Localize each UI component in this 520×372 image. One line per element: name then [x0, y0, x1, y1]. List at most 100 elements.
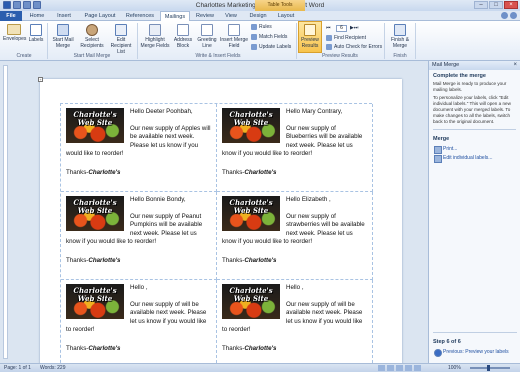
tab-references[interactable]: References	[122, 11, 158, 21]
title-bar: Charlottes Marketing Cards - Microsoft W…	[0, 0, 520, 11]
address-block-button[interactable]: Address Block	[171, 24, 195, 49]
preview-results-button[interactable]: Preview Results	[299, 24, 321, 49]
table-tools-context-tab: Table Tools	[255, 0, 305, 11]
print-layout-view-icon[interactable]	[378, 365, 385, 371]
finish-merge-button[interactable]: Finish & Merge	[387, 24, 413, 49]
tab-page-layout[interactable]: Page Layout	[80, 11, 120, 21]
edit-recipient-list-button[interactable]: Edit Recipient List	[107, 24, 135, 55]
label-signoff: Thanks-Charlotte's	[66, 256, 121, 264]
document-page[interactable]: + Charlotte's Web Site Hello Deeter Pooh…	[38, 77, 402, 372]
edit-list-icon	[115, 24, 127, 36]
ribbon-separator	[415, 23, 416, 59]
mail-merge-task-pane: Mail Merge × Complete the merge Mail Mer…	[428, 61, 520, 363]
update-labels-button[interactable]: Update Labels	[251, 44, 291, 50]
greeting-line-button[interactable]: Greeting Line	[195, 24, 219, 49]
web-layout-view-icon[interactable]	[396, 365, 403, 371]
insert-field-icon	[228, 24, 240, 36]
label-signoff: Thanks-Charlotte's	[222, 256, 277, 264]
zoom-level[interactable]: 100%	[448, 364, 461, 372]
select-recipients-button[interactable]: Select Recipients	[78, 24, 106, 49]
labels-table: Charlotte's Web Site Hello Deeter Poohba…	[60, 103, 373, 372]
vegetables-logo-image: Charlotte's Web Site	[66, 108, 124, 143]
previous-step-link[interactable]: Previous: Preview your labels	[429, 346, 520, 357]
label-signoff: Thanks-Charlotte's	[222, 168, 277, 176]
full-screen-view-icon[interactable]	[387, 365, 394, 371]
status-bar: Page: 1 of 1 Words: 229 100%	[0, 363, 520, 372]
match-fields-icon	[251, 34, 257, 40]
draft-view-icon[interactable]	[414, 365, 421, 371]
vegetables-logo-image: Charlotte's Web Site	[222, 108, 280, 143]
recipients-icon	[86, 24, 98, 36]
ribbon-separator	[47, 23, 48, 59]
tab-file[interactable]: File	[0, 11, 22, 21]
window-controls: – □ ×	[474, 1, 518, 9]
label-cell[interactable]: Charlotte's Web Site Hello , Our new sup…	[217, 280, 373, 368]
label-cell[interactable]: Charlotte's Web Site Hello , Our new sup…	[61, 280, 217, 368]
minimize-ribbon-icon[interactable]	[501, 12, 508, 19]
group-create-label: Create	[16, 53, 32, 59]
word-count[interactable]: Words: 229	[40, 364, 65, 372]
next-record-icon: ▶⏭	[350, 25, 359, 31]
envelopes-button[interactable]: Envelopes	[3, 24, 26, 42]
page-count[interactable]: Page: 1 of 1	[4, 364, 31, 372]
preview-results-icon	[304, 24, 316, 36]
update-labels-icon	[251, 44, 257, 50]
outline-view-icon[interactable]	[405, 365, 412, 371]
tab-layout[interactable]: Layout	[274, 11, 298, 21]
close-task-pane-icon[interactable]: ×	[513, 61, 517, 70]
tab-review[interactable]: Review	[192, 11, 218, 21]
auto-check-icon	[326, 44, 332, 50]
tab-home[interactable]: Home	[26, 11, 48, 21]
group-write-insert-label: Write & Insert Fields	[195, 53, 241, 59]
first-record-button[interactable]: ⏮	[326, 25, 331, 31]
label-cell[interactable]: Charlotte's Web Site Hello Mary Contrary…	[217, 104, 373, 192]
table-move-handle-icon[interactable]: +	[38, 77, 43, 82]
label-cell[interactable]: Charlotte's Web Site Hello Elizabeth , O…	[217, 192, 373, 280]
find-recipient-button[interactable]: Find Recipient	[326, 35, 366, 41]
auto-check-errors-button[interactable]: Auto Check for Errors	[326, 44, 382, 50]
ribbon-tabs: File Home Insert Page Layout References …	[0, 11, 520, 21]
task-pane-header: Mail Merge ×	[429, 61, 520, 70]
print-link[interactable]: Print...	[429, 143, 520, 154]
tab-mailings[interactable]: Mailings	[160, 11, 190, 21]
vertical-ruler	[3, 65, 8, 359]
merge-ready-text: Mail Merge is ready to produce your mail…	[433, 81, 507, 92]
complete-merge-heading: Complete the merge	[433, 73, 486, 79]
first-record-icon: ⏮	[326, 25, 331, 31]
next-record-button[interactable]: ▶⏭	[350, 25, 358, 31]
rules-button[interactable]: Rules	[251, 24, 272, 30]
tab-insert[interactable]: Insert	[52, 11, 76, 21]
label-signoff: Thanks-Charlotte's	[66, 344, 121, 352]
divider	[433, 129, 516, 130]
merge-heading: Merge	[433, 136, 450, 142]
greeting-line-icon	[201, 24, 213, 36]
vegetables-logo-image: Charlotte's Web Site	[66, 196, 124, 231]
finish-merge-icon	[394, 24, 406, 36]
maximize-button[interactable]: □	[489, 1, 503, 9]
record-number-input[interactable]: 6	[336, 25, 347, 32]
minimize-button[interactable]: –	[474, 1, 488, 9]
tab-design[interactable]: Design	[246, 11, 270, 21]
tab-view[interactable]: View	[221, 11, 241, 21]
edit-individual-labels-link[interactable]: Edit individual labels...	[429, 152, 520, 163]
envelope-icon	[7, 24, 21, 35]
help-icon[interactable]	[510, 12, 517, 19]
label-cell[interactable]: Charlotte's Web Site Hello Bonnie Bondy,…	[61, 192, 217, 280]
ribbon-help-controls	[501, 12, 517, 19]
start-mail-merge-button[interactable]: Start Mail Merge	[49, 24, 77, 49]
highlight-merge-fields-button[interactable]: Highlight Merge Fields	[140, 24, 170, 49]
zoom-slider[interactable]	[470, 367, 510, 369]
vegetables-logo-image: Charlotte's Web Site	[222, 196, 280, 231]
vegetables-logo-image: Charlotte's Web Site	[222, 284, 280, 319]
document-area[interactable]: + Charlotte's Web Site Hello Deeter Pooh…	[0, 61, 428, 372]
match-fields-button[interactable]: Match Fields	[251, 34, 287, 40]
step-indicator: Step 6 of 6	[433, 339, 461, 345]
labels-button[interactable]: Labels	[27, 24, 45, 43]
zoom-slider-thumb[interactable]	[487, 365, 490, 371]
close-button[interactable]: ×	[504, 1, 518, 9]
rules-icon	[251, 24, 257, 30]
insert-merge-field-button[interactable]: Insert Merge Field	[219, 24, 249, 49]
label-cell[interactable]: Charlotte's Web Site Hello Deeter Poohba…	[61, 104, 217, 192]
ribbon-separator	[296, 23, 297, 59]
divider	[433, 332, 517, 333]
